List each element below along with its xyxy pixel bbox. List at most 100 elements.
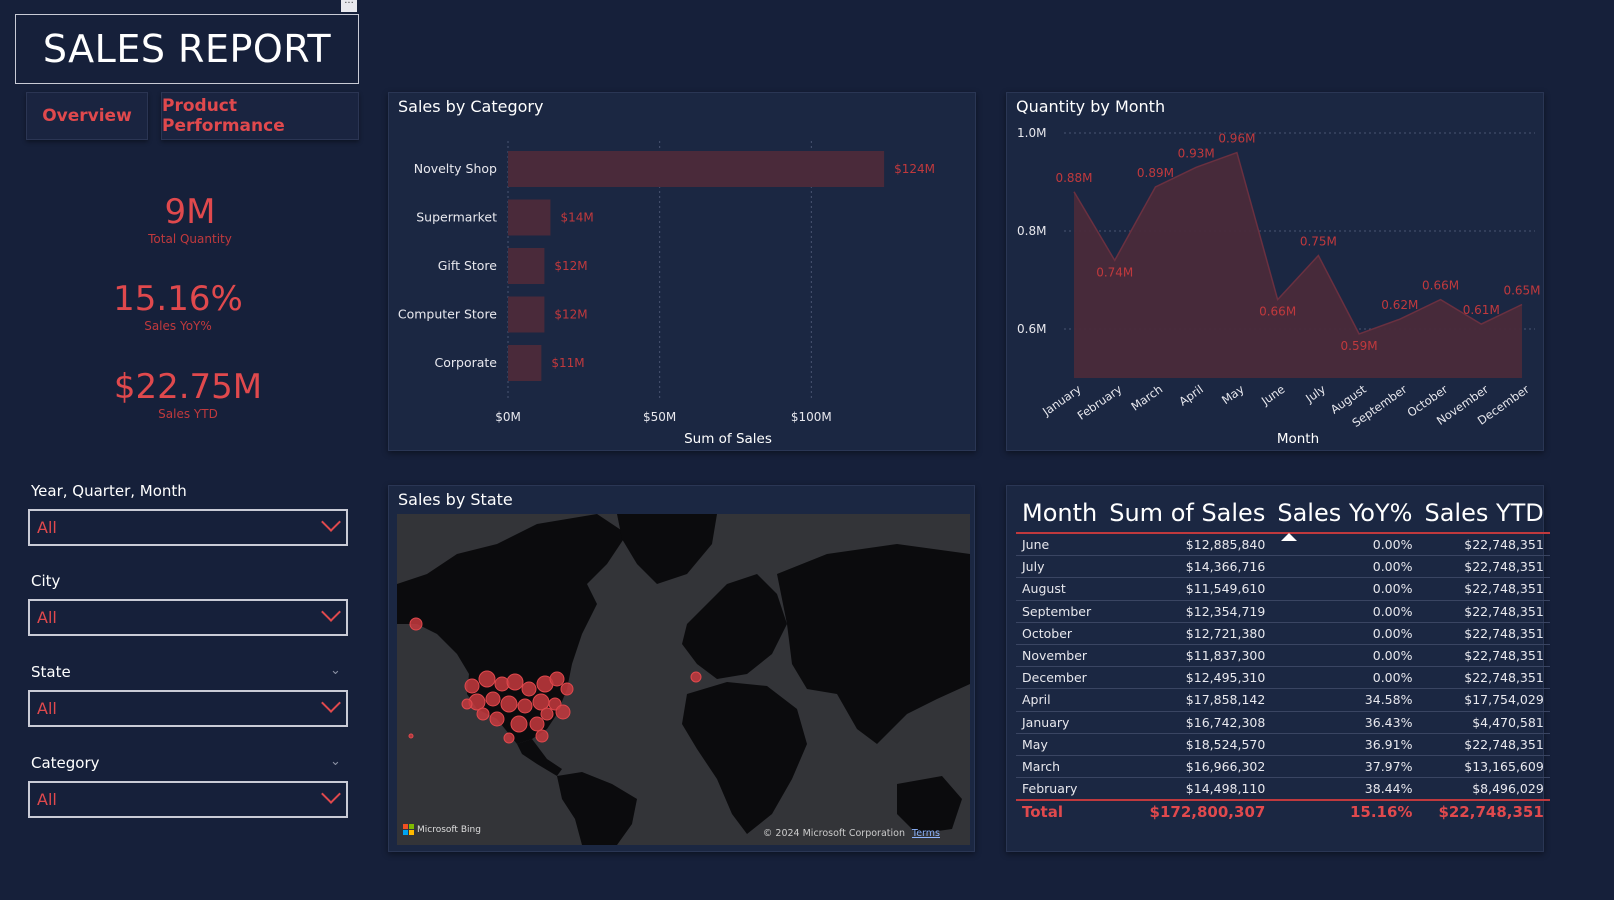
column-header-month[interactable]: Month bbox=[1016, 494, 1103, 533]
kpi-label: Sales YoY% bbox=[144, 319, 212, 333]
column-header-sum-of-sales[interactable]: Sum of Sales bbox=[1103, 494, 1271, 533]
chevron-down-icon bbox=[321, 512, 341, 532]
sales-table-panel[interactable]: Month Sum of Sales Sales YoY% Sales YTD … bbox=[1006, 485, 1550, 852]
column-header-sales-yoy[interactable]: Sales YoY% bbox=[1271, 494, 1418, 541]
data-label: 0.66M bbox=[1259, 305, 1296, 319]
cell-sales-yoy: 0.00% bbox=[1271, 577, 1419, 601]
table-row[interactable]: November $11,837,300 0.00% $22,748,351 bbox=[1016, 644, 1550, 668]
x-tick-label: July bbox=[1302, 382, 1328, 406]
sales-bubble bbox=[489, 711, 505, 727]
table-row[interactable]: April $17,858,142 34.58% $17,754,029 bbox=[1016, 688, 1550, 712]
continent-asia bbox=[777, 544, 970, 744]
sales-bubble bbox=[555, 704, 571, 720]
category-bar bbox=[508, 199, 551, 236]
y-tick-label: 0.8M bbox=[1017, 224, 1046, 238]
slicer-value: All bbox=[37, 518, 57, 537]
chevron-down-icon bbox=[321, 602, 341, 622]
cell-sales-ytd: $17,754,029 bbox=[1418, 688, 1550, 712]
terms-link[interactable]: Terms bbox=[912, 828, 940, 839]
sales-bubble bbox=[535, 729, 549, 743]
table-row[interactable]: February $14,498,110 38.44% $8,496,029 bbox=[1016, 777, 1550, 801]
table-row[interactable]: March $16,966,302 37.97% $13,165,609 bbox=[1016, 755, 1550, 779]
table-row[interactable]: May $18,524,570 36.91% $22,748,351 bbox=[1016, 733, 1550, 756]
table-row[interactable]: August $11,549,610 0.00% $22,748,351 bbox=[1016, 577, 1550, 601]
sales-map[interactable]: Microsoft Bing © 2024 Microsoft Corporat… bbox=[397, 514, 970, 845]
y-tick-label: 1.0M bbox=[1017, 126, 1046, 140]
cell-month: August bbox=[1016, 577, 1104, 601]
quantity-by-month-chart: 1.0M 0.8M 0.6M 0.88M 0.74M 0.89M 0.93M0.96M 0.6… bbox=[1017, 126, 1541, 447]
slicer-value: All bbox=[37, 699, 57, 718]
table-row[interactable]: October $12,721,380 0.00% $22,748,351 bbox=[1016, 622, 1550, 645]
table-row[interactable]: December $12,495,310 0.00% $22,748,351 bbox=[1016, 666, 1550, 690]
bing-attribution: Microsoft Bing bbox=[403, 824, 481, 835]
category-bar bbox=[508, 296, 545, 333]
cell-month: November bbox=[1016, 644, 1104, 668]
y-tick-label: 0.6M bbox=[1017, 322, 1046, 336]
data-label: $11M bbox=[551, 356, 584, 370]
sales-by-category-panel[interactable]: Sales by Category $0M $50M $100M Novelty Sh… bbox=[388, 92, 976, 451]
kpi-label: Sales YTD bbox=[158, 407, 218, 421]
more-options-icon[interactable]: ··· bbox=[341, 0, 357, 12]
cell-month: September bbox=[1016, 600, 1104, 623]
cell-month: October bbox=[1016, 622, 1104, 645]
cell-sales-yoy: 36.91% bbox=[1271, 733, 1419, 756]
sales-bubble bbox=[560, 682, 574, 696]
kpi-label: Total Quantity bbox=[148, 232, 232, 246]
table-row[interactable]: September $12,354,719 0.00% $22,748,351 bbox=[1016, 600, 1550, 623]
chevron-down-icon bbox=[321, 784, 341, 804]
kpi-value: $22.75M bbox=[113, 367, 263, 407]
cell-sales-ytd: $22,748,351 bbox=[1418, 622, 1550, 645]
cell-sales-ytd: $22,748,351 bbox=[1418, 666, 1550, 690]
continent-central-america bbox=[517, 739, 562, 776]
sales-bubble bbox=[461, 698, 473, 710]
data-label: 0.93M bbox=[1178, 146, 1215, 160]
cell-sales-yoy: 34.58% bbox=[1271, 688, 1419, 712]
cell-month: June bbox=[1016, 533, 1104, 557]
table-body: June $12,885,840 0.00% $22,748,351 July $14,3… bbox=[1016, 533, 1550, 801]
cell-sales-yoy: 0.00% bbox=[1271, 666, 1419, 690]
column-header-label: Sales YoY% bbox=[1277, 499, 1413, 527]
cell-sum-of-sales: $18,524,570 bbox=[1103, 733, 1272, 756]
category-bar bbox=[508, 151, 885, 187]
table-row[interactable]: January $16,742,308 36.43% $4,470,581 bbox=[1016, 711, 1550, 734]
overview-button[interactable]: Overview bbox=[26, 92, 148, 140]
collapse-chevron-icon[interactable]: ⌄ bbox=[330, 663, 341, 678]
city-slicer-dropdown[interactable]: All bbox=[28, 599, 348, 636]
product-performance-button[interactable]: Product Performance bbox=[161, 92, 359, 140]
sales-bubble bbox=[690, 671, 702, 683]
x-tick-label: $50M bbox=[643, 410, 676, 424]
category-bar bbox=[508, 248, 545, 284]
x-tick-label: February bbox=[1075, 382, 1125, 423]
cell-sum-of-sales: $12,721,380 bbox=[1103, 622, 1272, 645]
sales-by-state-panel[interactable]: Sales by State Microsoft Bing © 2024 Mic… bbox=[388, 485, 975, 852]
table-row[interactable]: July $14,366,716 0.00% $22,748,351 bbox=[1016, 555, 1550, 579]
quantity-by-month-panel[interactable]: Quantity by Month 1.0M 0.8M 0.6M 0.88M 0.74M… bbox=[1006, 92, 1544, 451]
cell-sum-of-sales: $12,354,719 bbox=[1103, 600, 1272, 623]
continent-africa bbox=[682, 682, 807, 834]
continent-australia bbox=[897, 776, 962, 834]
page-title: SALES REPORT bbox=[15, 14, 359, 84]
slicer-label-category: Category bbox=[31, 754, 100, 772]
data-label: $12M bbox=[554, 308, 587, 322]
category-slicer-dropdown[interactable]: All bbox=[28, 781, 348, 818]
cell-sales-ytd: $13,165,609 bbox=[1418, 755, 1550, 779]
slicer-value: All bbox=[37, 608, 57, 627]
column-header-sales-ytd[interactable]: Sales YTD bbox=[1418, 494, 1549, 533]
cell-sales-ytd: $22,748,351 bbox=[1418, 577, 1550, 601]
cell-sales-yoy: 0.00% bbox=[1271, 644, 1419, 668]
data-label: 0.61M bbox=[1463, 303, 1500, 317]
state-slicer-dropdown[interactable]: All bbox=[28, 690, 348, 727]
total-sum-of-sales: $172,800,307 bbox=[1103, 799, 1272, 823]
x-tick-label: June bbox=[1258, 382, 1287, 408]
collapse-chevron-icon[interactable]: ⌄ bbox=[330, 754, 341, 769]
cell-sales-yoy: 36.43% bbox=[1271, 711, 1419, 734]
column-header-label: Month bbox=[1022, 499, 1098, 527]
cell-sales-ytd: $4,470,581 bbox=[1418, 711, 1550, 734]
slicer-label-city: City bbox=[31, 572, 61, 590]
date-slicer-dropdown[interactable]: All bbox=[28, 509, 348, 546]
total-sales-yoy: 15.16% bbox=[1271, 799, 1419, 823]
x-tick-label: $0M bbox=[495, 410, 521, 424]
cell-sum-of-sales: $16,966,302 bbox=[1103, 755, 1272, 779]
chevron-down-icon bbox=[321, 693, 341, 713]
data-label: 0.75M bbox=[1300, 235, 1337, 249]
